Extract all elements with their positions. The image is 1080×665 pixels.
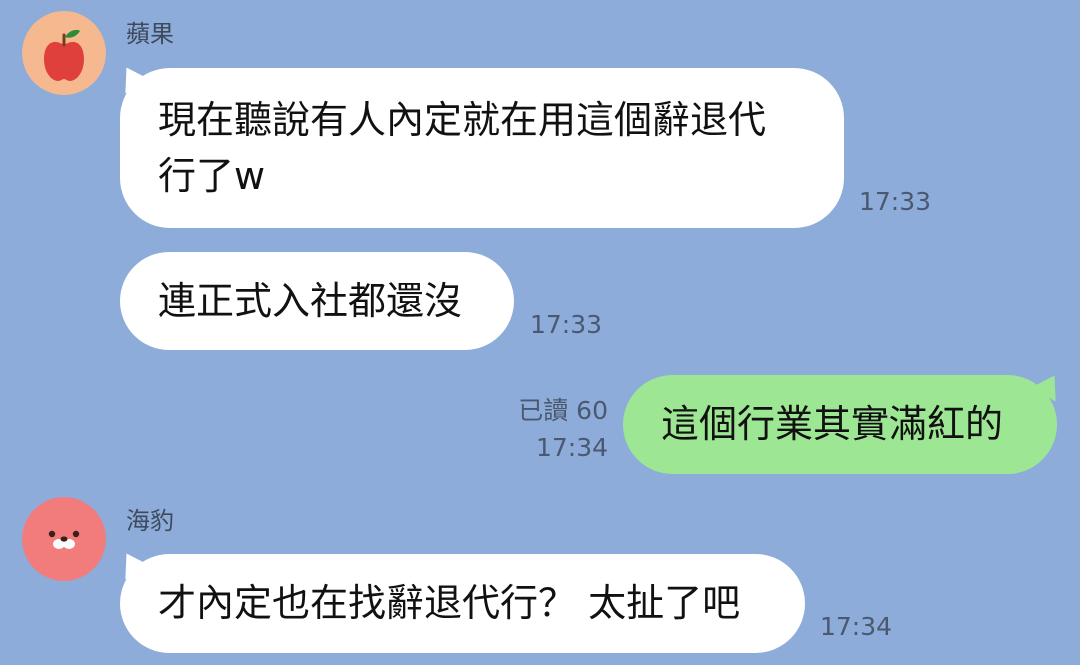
message-time: 17:33	[859, 187, 932, 216]
message-bubble[interactable]: 這個行業其實滿紅的	[623, 375, 1057, 474]
apple-icon	[22, 11, 106, 95]
sender-name: 蘋果	[126, 20, 174, 48]
message-bubble[interactable]: 現在聽說有人內定就在用這個辭退代 行了w	[120, 68, 844, 228]
message-text: 這個行業其實滿紅的	[661, 402, 1004, 446]
avatar-apple[interactable]	[22, 11, 106, 95]
message-text: 連正式入社都還沒	[158, 279, 463, 323]
avatar-seal[interactable]	[22, 497, 106, 581]
message-time: 17:34	[535, 433, 608, 462]
message-time: 17:34	[820, 612, 893, 641]
seal-face-icon	[22, 497, 106, 581]
message-time: 17:33	[530, 310, 603, 339]
read-status: 已讀 60	[518, 396, 608, 425]
message-text: 才內定也在找辭退代行？ 太扯了吧	[158, 581, 741, 625]
message-bubble[interactable]: 連正式入社都還沒	[120, 252, 514, 350]
sender-name: 海豹	[126, 507, 174, 535]
message-bubble[interactable]: 才內定也在找辭退代行？ 太扯了吧	[120, 554, 805, 653]
message-text: 現在聽說有人內定就在用這個辭退代 行了w	[158, 98, 767, 198]
